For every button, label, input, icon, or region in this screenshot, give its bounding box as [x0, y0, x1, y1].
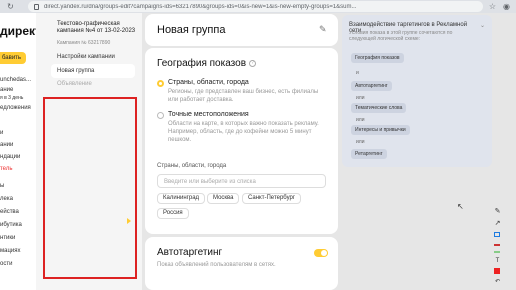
cursor-icon	[127, 218, 131, 224]
nav-item[interactable]: мациях	[0, 248, 21, 254]
collapse-icon[interactable]: ⌄	[480, 22, 485, 29]
undo-icon[interactable]: ↶	[494, 279, 501, 286]
page-title: Новая группа	[157, 24, 226, 36]
nav-item[interactable]: ы	[0, 183, 4, 189]
rule-chip: Ретаргетинг	[351, 149, 387, 159]
nav-item[interactable]: тель	[0, 166, 12, 172]
rule-operator: или	[356, 95, 365, 101]
autotargeting-card: Автотаргетинг Показ объявлений пользоват…	[145, 237, 338, 290]
direct-sidebar: директ бавить unchedas... ание я в 3 ден…	[0, 13, 41, 290]
pen-tool-icon[interactable]: ✎	[494, 208, 501, 215]
rule-chip: География показов	[351, 53, 404, 63]
rule-chip: Тематические слова	[351, 103, 407, 113]
profile-icon[interactable]: ◉	[502, 2, 511, 11]
regions-label[interactable]: Страны, области, города	[168, 79, 249, 86]
regions-desc: Регионы, где представлен ваш бизнес, ест…	[168, 89, 319, 103]
nav-item[interactable]: нтики	[0, 235, 15, 241]
rule-operator: или	[356, 117, 365, 123]
edit-pencil-icon[interactable]: ✎	[319, 24, 327, 35]
regions-field-label: Страны, области, города	[157, 163, 227, 169]
campaign-number: Кампания № 63217890	[57, 40, 111, 46]
campaign-name: Текстово-графическая кампания №4 от 13-0…	[57, 21, 136, 34]
radio-regions[interactable]	[157, 80, 164, 87]
nav-item[interactable]: ндации	[0, 154, 20, 160]
browser-toolbar: ↻ direct.yandex.ru/dna/groups-edit?campa…	[0, 0, 516, 13]
region-chip[interactable]: Москва	[207, 193, 240, 204]
geo-card: География показов? Страны, области, горо…	[145, 48, 338, 234]
annotation-box	[43, 97, 137, 279]
rectangle-tool-icon[interactable]	[494, 232, 500, 237]
campaign-settings-link[interactable]: Настройки кампании	[51, 50, 135, 64]
ad-link[interactable]: Объявление	[51, 77, 135, 91]
regions-search-input[interactable]: Введите или выберите из списка	[157, 174, 326, 188]
nav-item[interactable]: я в 3 день	[0, 95, 23, 101]
nav-item[interactable]: ании	[0, 142, 13, 148]
autotargeting-toggle[interactable]	[314, 249, 328, 257]
group-title-card: Новая группа ✎	[145, 14, 338, 46]
autotargeting-desc: Показ объявлений пользователям в сетях.	[157, 262, 276, 268]
new-group-link[interactable]: Новая группа	[51, 64, 135, 78]
rule-operator: и	[356, 70, 359, 76]
address-bar[interactable]: direct.yandex.ru/dna/groups-edit?campaig…	[28, 1, 483, 12]
nav-item[interactable]: ание	[0, 87, 13, 93]
rule-chip: Автотаргетинг	[351, 81, 392, 91]
bookmark-star-icon[interactable]: ☆	[488, 2, 497, 11]
nav-item[interactable]: и	[0, 130, 3, 136]
text-tool-icon[interactable]: T	[494, 258, 501, 265]
url-text: direct.yandex.ru/dna/groups-edit?campaig…	[44, 3, 357, 10]
mouse-pointer-icon: ↖	[457, 202, 464, 211]
panel-subtitle: Условия показа в этой группе сочетаются …	[349, 30, 453, 42]
region-chip[interactable]: Санкт-Петербург	[242, 193, 302, 204]
arrow-tool-icon[interactable]: ↗	[494, 220, 501, 227]
nav-item[interactable]: ости	[0, 261, 12, 267]
autotargeting-title: Автотаргетинг	[157, 247, 223, 258]
targeting-interaction-panel: Взаимодействие таргетингов в Рекламной с…	[342, 15, 492, 167]
rule-operator: или	[356, 139, 365, 145]
geo-title: География показов?	[157, 58, 257, 69]
help-icon[interactable]: ?	[249, 59, 257, 67]
region-chip[interactable]: Россия	[157, 208, 189, 219]
color-swatch-icon[interactable]	[494, 268, 500, 274]
reload-icon[interactable]: ↻	[6, 2, 15, 11]
radio-exact-locations[interactable]	[157, 112, 164, 119]
highlighter-tool-icon[interactable]	[494, 244, 500, 246]
rule-chip: Интересы и привычки	[351, 125, 410, 135]
line-tool-icon[interactable]	[494, 251, 500, 253]
nav-item[interactable]: ибутика	[0, 222, 22, 228]
exact-locations-label[interactable]: Точные местоположения	[168, 111, 249, 118]
add-button[interactable]: бавить	[0, 52, 26, 64]
exact-locations-desc: Области на карте, в которых важно показа…	[168, 121, 319, 143]
nav-item[interactable]: ейства	[0, 209, 19, 215]
nav-item[interactable]: лека	[0, 196, 13, 202]
region-chip[interactable]: Калининград	[157, 193, 206, 204]
nav-item[interactable]: едложения	[0, 105, 31, 111]
lock-icon	[34, 3, 39, 10]
direct-logo: директ	[0, 24, 41, 38]
nav-item[interactable]: unchedas...	[0, 77, 31, 83]
